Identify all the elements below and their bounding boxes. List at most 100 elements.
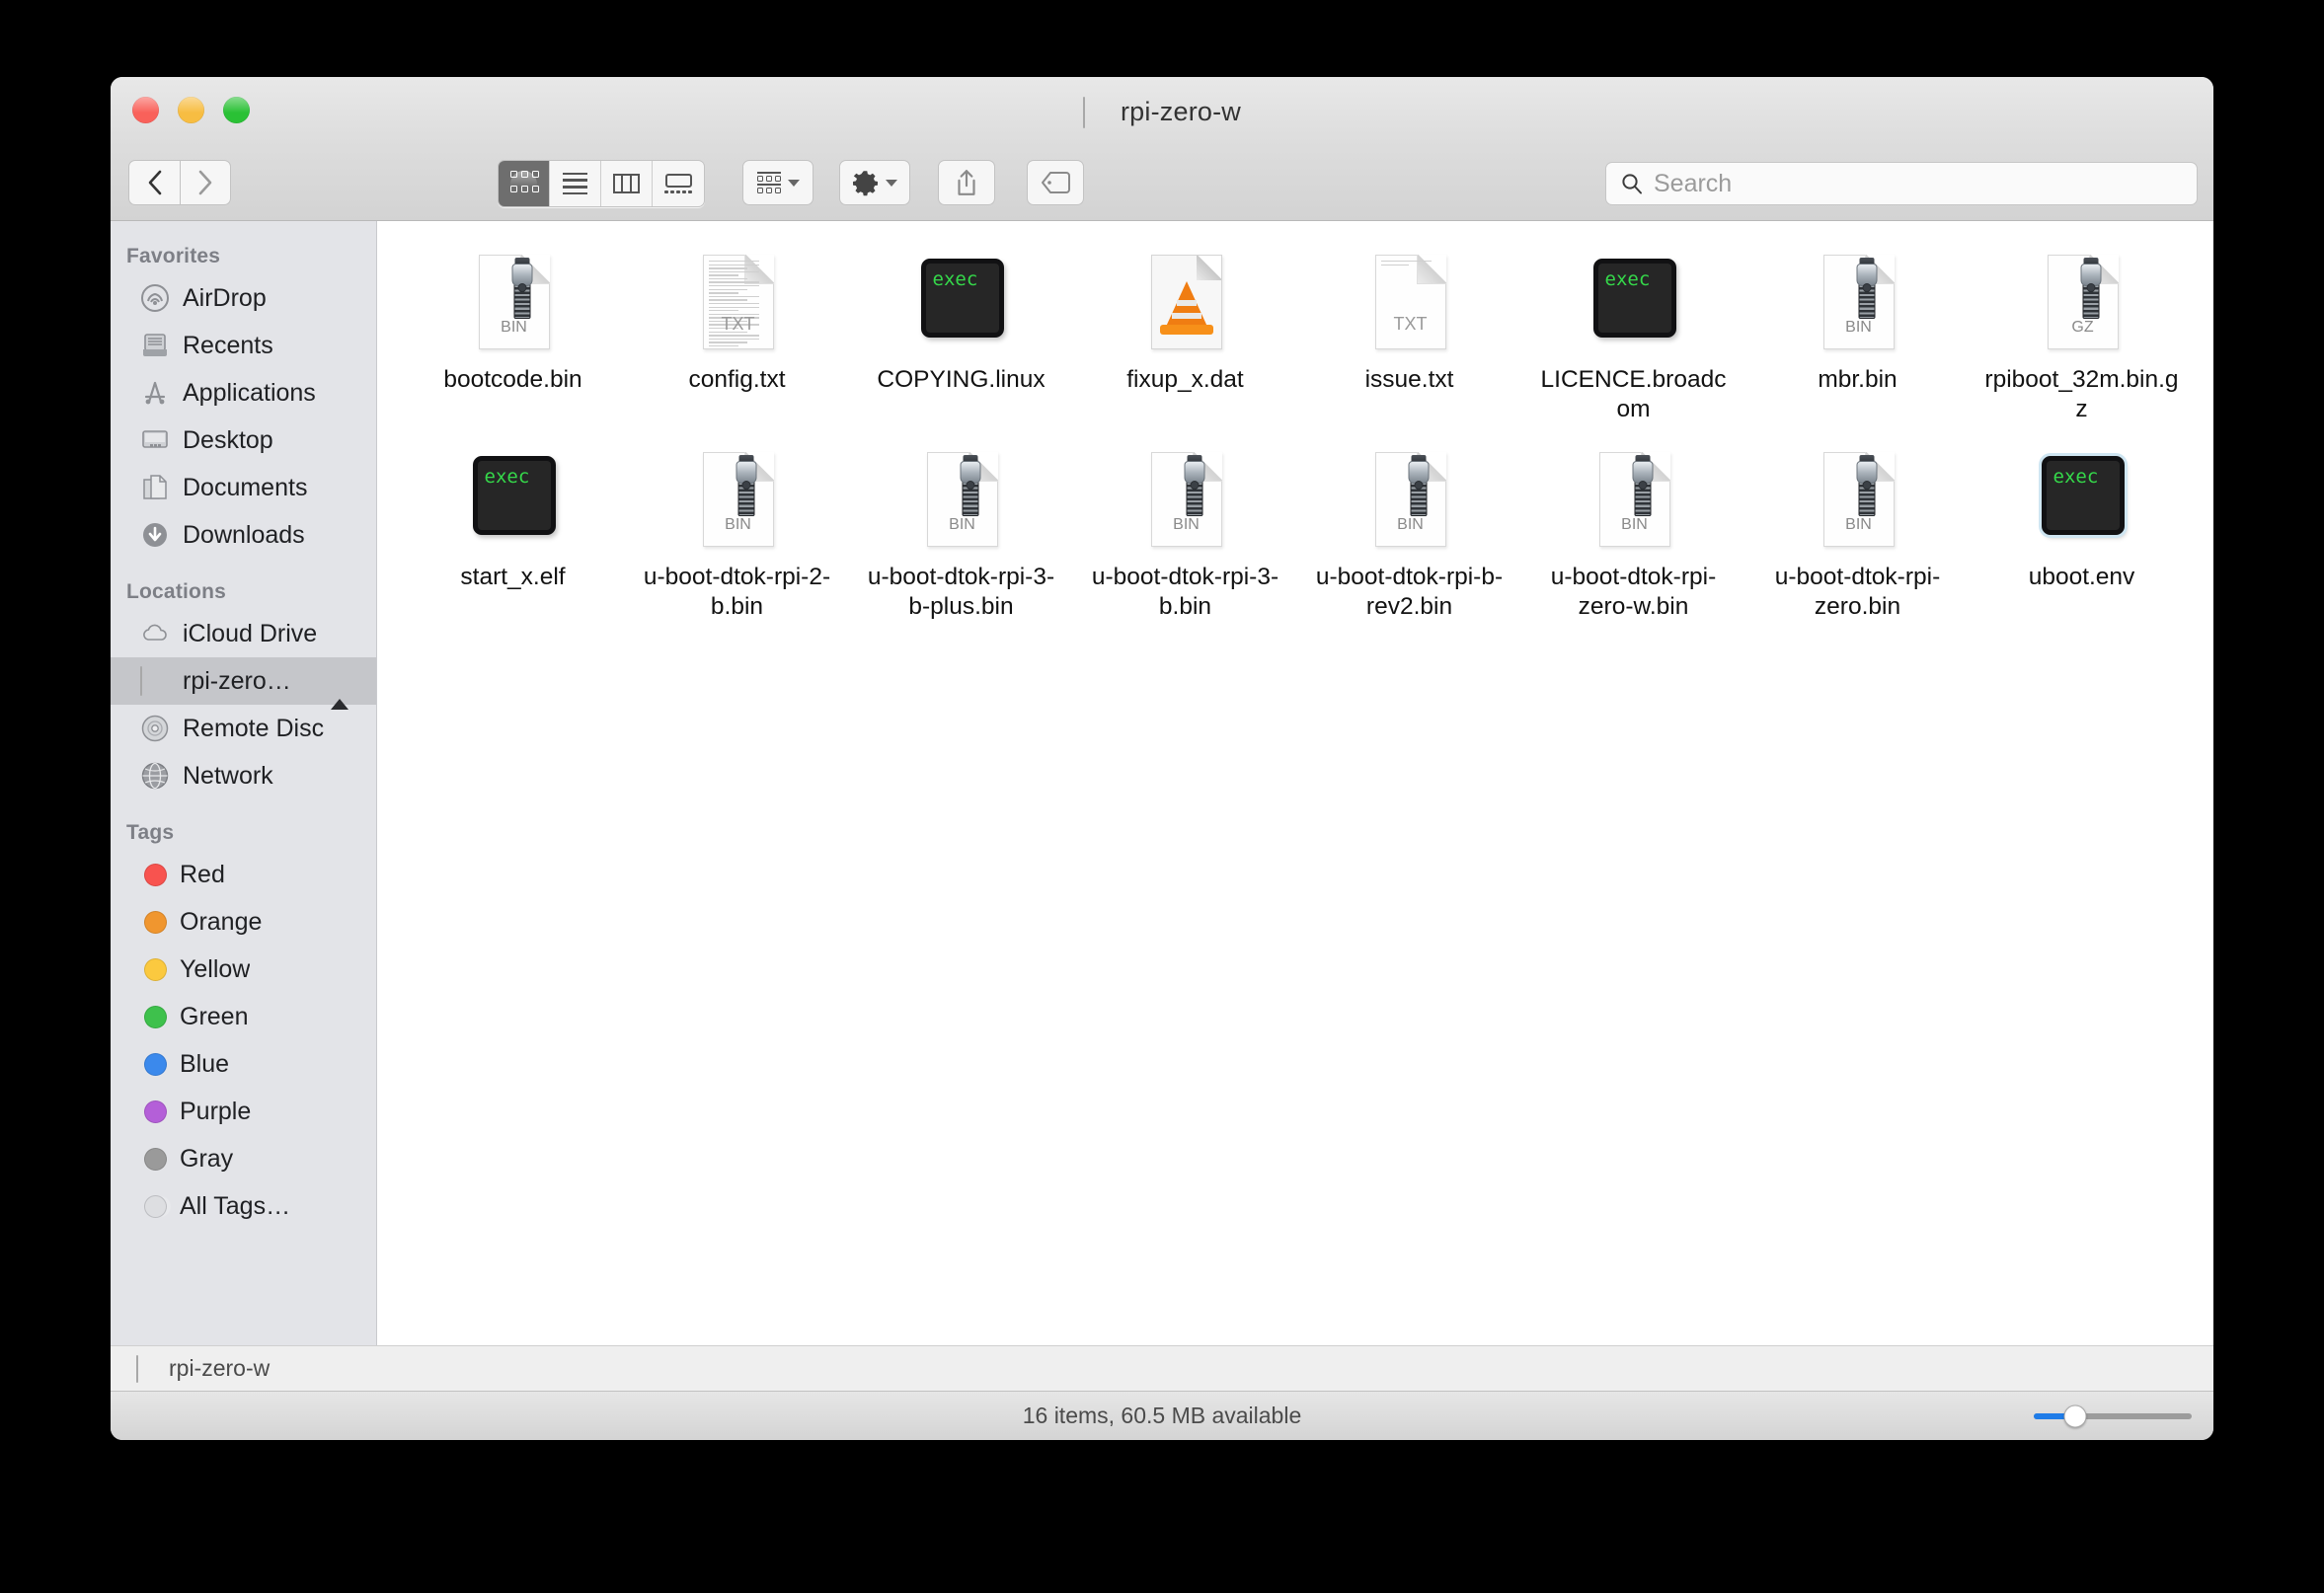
slider-knob[interactable] [2063,1404,2087,1427]
tag-dot-icon [144,910,167,934]
txt-file-icon: TXT [687,253,788,353]
sidebar-section-locations: Locations [126,580,226,603]
sidebar-item-label: Gray [180,1144,234,1173]
file-item[interactable]: BIN bootcode.bin [401,243,625,424]
icon-view-button[interactable] [499,161,550,206]
sidebar-item-network[interactable]: Network [111,752,376,799]
sidebar-tag-orange[interactable]: Orange [111,898,376,946]
sidebar-section-favorites: Favorites [126,245,221,267]
file-name-label: u-boot-dtok-rpi-2-b.bin [643,563,831,620]
view-mode-group [498,160,705,207]
sidebar-item-downloads[interactable]: Downloads [111,511,376,559]
recents-icon [140,331,170,360]
search-input[interactable]: Search [1605,162,2198,205]
column-view-button[interactable] [601,161,653,206]
sidebar-tag-blue[interactable]: Blue [111,1040,376,1088]
sidebar-item-desktop[interactable]: Desktop [111,417,376,464]
file-item[interactable]: GZ rpiboot_32m.bin.gz [1970,243,2194,424]
status-bar: 16 items, 60.5 MB available [111,1391,2213,1440]
bin-file-icon: BIN [687,450,788,551]
list-view-button[interactable] [550,161,601,206]
sidebar-item-airdrop[interactable]: AirDrop [111,274,376,322]
action-menu-button[interactable] [839,160,910,205]
file-item[interactable]: BIN u-boot-dtok-rpi-zero.bin [1745,440,1970,622]
bin-file-icon: BIN [1808,253,1908,353]
bin-file-icon: BIN [463,253,564,353]
sidebar-item-label: Network [183,761,273,790]
file-item[interactable]: BIN u-boot-dtok-rpi-b-rev2.bin [1297,440,1521,622]
network-icon [140,761,170,791]
file-item[interactable]: BIN mbr.bin [1745,243,1970,424]
file-item[interactable]: BIN u-boot-dtok-rpi-3-b.bin [1073,440,1297,622]
gallery-view-button[interactable] [653,161,704,206]
exec-file-icon: exec [911,253,1012,353]
share-button[interactable] [938,160,995,205]
sidebar-item-recents[interactable]: Recents [111,322,376,369]
exec-file-icon: exec [1584,253,1684,353]
sidebar-tag-all-tags[interactable]: All Tags… [111,1182,376,1230]
gear-icon [853,171,878,196]
tag-button[interactable] [1027,160,1084,205]
desktop-icon [140,425,170,455]
file-kind-label: GZ [2071,319,2094,336]
path-bar[interactable]: rpi-zero-w [111,1345,2213,1391]
sidebar-tag-gray[interactable]: Gray [111,1135,376,1182]
file-item[interactable]: exec LICENCE.broadcom [1521,243,1745,424]
sidebar-item-label: rpi-zero… [183,666,291,695]
file-item[interactable]: BIN u-boot-dtok-rpi-2-b.bin [625,440,849,622]
sidebar[interactable]: Favorites AirDrop Recents Applications D… [111,221,377,1345]
window-title: rpi-zero-w [111,96,2213,128]
tag-dot-icon [144,1147,167,1171]
toolbar: Search [111,148,2213,221]
file-item[interactable]: BIN u-boot-dtok-rpi-zero-w.bin [1521,440,1745,622]
icon-size-slider[interactable] [2034,1404,2192,1427]
sidebar-item-label: iCloud Drive [183,619,318,647]
sidebar-item-label: Desktop [183,425,273,454]
file-name-label: u-boot-dtok-rpi-zero.bin [1774,563,1941,620]
sidebar-tag-yellow[interactable]: Yellow [111,946,376,993]
sidebar-item-label: Documents [183,473,308,501]
window-body: Favorites AirDrop Recents Applications D… [111,221,2213,1345]
file-name-label: COPYING.linux [877,366,1046,393]
list-icon [563,172,587,195]
sidebar-item-documents[interactable]: Documents [111,464,376,511]
bin-file-icon: BIN [1359,450,1460,551]
file-item[interactable]: BIN u-boot-dtok-rpi-3-b-plus.bin [849,440,1073,622]
file-item[interactable]: exec COPYING.linux [849,243,1073,424]
sidebar-item-applications[interactable]: Applications [111,369,376,417]
slider-track[interactable] [2034,1404,2192,1427]
icon-grid: BIN bootcode.bin TXT config.txt exec COP… [401,243,2194,622]
back-button[interactable] [128,160,180,205]
sidebar-tag-purple[interactable]: Purple [111,1088,376,1135]
file-item[interactable]: fixup_x.dat [1073,243,1297,424]
sidebar-item-icloud-drive[interactable]: iCloud Drive [111,610,376,657]
group-by-button[interactable] [742,160,813,205]
file-item[interactable]: TXT config.txt [625,243,849,424]
sidebar-tag-red[interactable]: Red [111,851,376,898]
bin-file-icon: BIN [1584,450,1684,551]
tag-dot-icon [144,863,167,886]
icloud-icon [140,619,170,648]
file-kind-label: BIN [1845,319,1872,336]
exec-label: exec [932,268,978,290]
exec-file-icon: exec [2032,450,2132,551]
file-name-label: issue.txt [1364,366,1454,393]
drive-icon [136,1354,159,1383]
sidebar-item-rpi-zero-w[interactable]: rpi-zero… [111,657,376,710]
file-grid-area[interactable]: BIN bootcode.bin TXT config.txt exec COP… [377,221,2213,1345]
sidebar-item-label: AirDrop [183,283,267,312]
file-item[interactable]: exec start_x.elf [401,440,625,622]
file-item[interactable]: exec uboot.env [1970,440,2194,622]
sidebar-tag-green[interactable]: Green [111,993,376,1040]
sidebar-section-tags: Tags [126,821,175,844]
tag-dot-icon [144,957,167,981]
forward-button[interactable] [180,160,231,205]
file-item[interactable]: TXT issue.txt [1297,243,1521,424]
sidebar-item-label: Orange [180,907,263,936]
chevron-left-icon [148,170,161,195]
eject-icon[interactable] [331,671,352,710]
file-kind-label: BIN [1621,515,1648,533]
sidebar-item-remote-disc[interactable]: Remote Disc [111,705,376,752]
chevron-right-icon [198,170,212,195]
bin-file-icon: BIN [1135,450,1236,551]
